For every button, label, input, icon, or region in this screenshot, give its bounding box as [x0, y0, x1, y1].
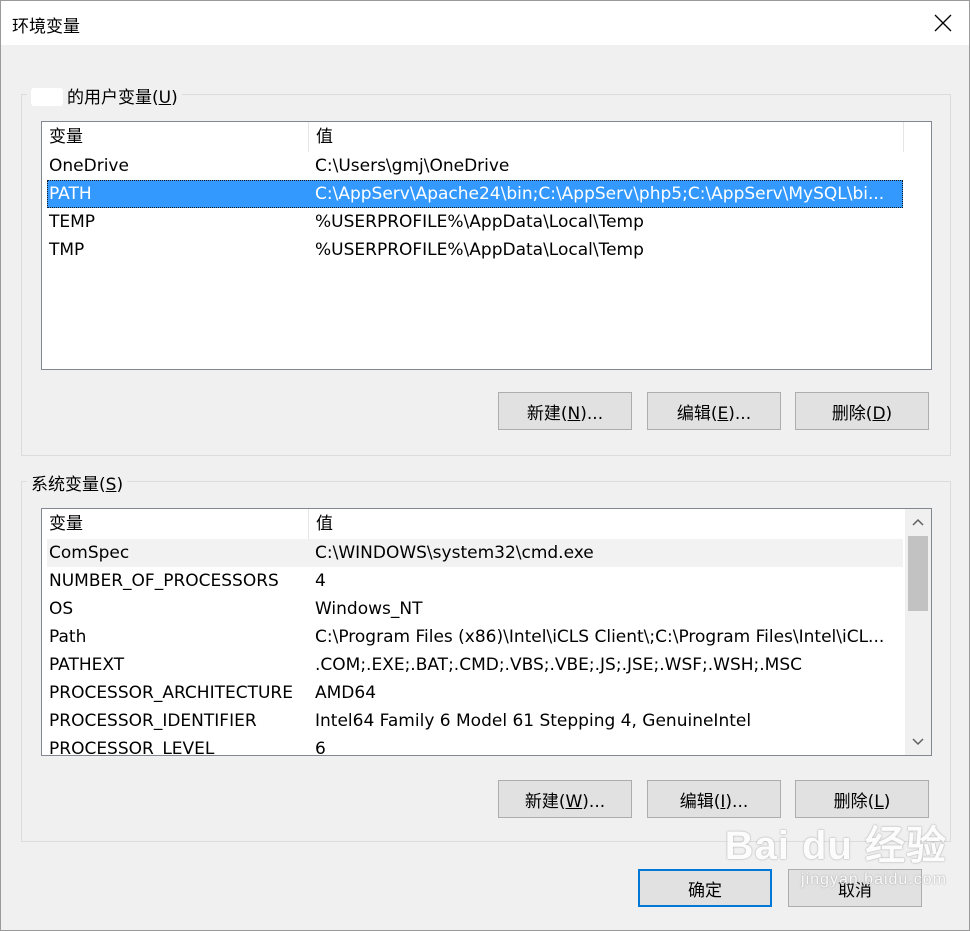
redacted-username [31, 88, 63, 106]
baidu-watermark: Bai du 经验 jingyan.baidu.com [725, 813, 947, 889]
column-header-value-label: 值 [316, 514, 333, 534]
scroll-thumb[interactable] [908, 536, 928, 611]
chevron-down-icon [912, 738, 924, 746]
system-variables-legend: 系统变量(S) [27, 470, 128, 495]
var-value: Intel64 Family 6 Model 61 Stepping 4, Ge… [315, 711, 752, 731]
user-legend-suffix: ) [171, 88, 178, 108]
var-value: C:\Users\gmj\OneDrive [315, 156, 510, 176]
user-list-header: 变量 值 [42, 122, 931, 152]
var-name: PROCESSOR_ARCHITECTURE [49, 683, 293, 703]
column-header-variable[interactable]: 变量 [42, 122, 309, 152]
btn-text-pre: 编辑( [676, 403, 718, 424]
var-name: PROCESSOR_LEVEL [49, 739, 215, 756]
ok-label: 确定 [688, 880, 722, 901]
system-var-row[interactable]: NUMBER_OF_PROCESSORS 4 [47, 567, 903, 595]
column-header-value[interactable]: 值 [309, 509, 904, 539]
btn-text-pre: 删除( [833, 791, 875, 812]
var-name: PROCESSOR_IDENTIFIER [49, 711, 257, 731]
system-var-row[interactable]: PROCESSOR_ARCHITECTURE AMD64 [47, 679, 903, 707]
btn-text-post: ) [885, 403, 893, 424]
watermark-url: jingyan.baidu.com [801, 871, 947, 888]
user-new-label: 新建(N)... [527, 399, 603, 424]
var-value: .COM;.EXE;.BAT;.CMD;.VBS;.VBE;.JS;.JSE;.… [315, 655, 803, 675]
system-var-row[interactable]: PATHEXT .COM;.EXE;.BAT;.CMD;.VBS;.VBE;.J… [47, 651, 903, 679]
column-header-variable-label: 变量 [49, 127, 83, 147]
column-header-variable-label: 变量 [49, 514, 83, 534]
var-value: 4 [315, 571, 326, 591]
column-header-value[interactable]: 值 [309, 122, 904, 152]
scroll-down-button[interactable] [905, 729, 931, 755]
var-value: %USERPROFILE%\AppData\Local\Temp [315, 240, 644, 260]
window-title: 环境变量 [12, 17, 80, 37]
var-value: C:\Program Files (x86)\Intel\iCLS Client… [315, 627, 885, 647]
system-var-row[interactable]: PROCESSOR_LEVEL 6 [47, 735, 903, 756]
var-name: TEMP [49, 212, 96, 232]
system-edit-label: 编辑(I)... [680, 787, 749, 812]
system-new-button[interactable]: 新建(W)... [498, 780, 632, 818]
user-var-row-selected[interactable]: PATH C:\AppServ\Apache24\bin;C:\AppServ\… [47, 180, 903, 208]
btn-text-pre: 删除( [831, 403, 873, 424]
btn-mnemonic: W [565, 791, 583, 812]
column-header-value-label: 值 [316, 127, 333, 147]
system-var-row[interactable]: Path C:\Program Files (x86)\Intel\iCLS C… [47, 623, 903, 651]
var-name: OneDrive [49, 156, 129, 176]
btn-text-post: )... [725, 791, 749, 812]
btn-text-post: )... [580, 403, 604, 424]
btn-mnemonic: N [567, 403, 581, 424]
system-var-row[interactable]: OS Windows_NT [47, 595, 903, 623]
btn-text-pre: 新建( [526, 403, 568, 424]
btn-mnemonic: D [872, 403, 886, 424]
user-var-row[interactable]: TEMP %USERPROFILE%\AppData\Local\Temp [47, 208, 903, 236]
var-value: 6 [315, 739, 326, 756]
var-value: AMD64 [315, 683, 377, 703]
user-edit-label: 编辑(E)... [677, 399, 751, 424]
btn-text-pre: 编辑( [679, 791, 721, 812]
btn-text-pre: 新建( [524, 791, 566, 812]
user-legend-mnemonic: U [158, 88, 172, 108]
user-legend-text: 的用户变量( [67, 88, 159, 108]
system-var-row[interactable]: ComSpec C:\WINDOWS\system32\cmd.exe [47, 539, 903, 567]
btn-text-post: )... [582, 791, 606, 812]
user-var-row[interactable]: OneDrive C:\Users\gmj\OneDrive [47, 152, 903, 180]
var-value: C:\AppServ\Apache24\bin;C:\AppServ\php5;… [315, 184, 885, 204]
system-legend-mnemonic: S [105, 475, 117, 495]
var-name: ComSpec [49, 543, 130, 563]
user-delete-button[interactable]: 删除(D) [795, 392, 929, 430]
chevron-up-icon [912, 518, 924, 526]
title-bar: 环境变量 [1, 1, 969, 45]
btn-text-post: ) [883, 791, 891, 812]
user-new-button[interactable]: 新建(N)... [498, 392, 632, 430]
environment-variables-dialog: 环境变量 的用户变量(U) 变量 值 OneDrive C:\Users\gmj… [0, 0, 970, 931]
close-icon [934, 14, 952, 32]
user-variables-list[interactable]: 变量 值 OneDrive C:\Users\gmj\OneDrive PATH… [41, 121, 932, 370]
btn-mnemonic: E [717, 403, 729, 424]
var-name: OS [49, 599, 74, 619]
system-list-scrollbar[interactable] [905, 509, 931, 755]
column-header-variable[interactable]: 变量 [42, 509, 309, 539]
btn-text-post: )... [728, 403, 752, 424]
var-name: PATH [49, 184, 92, 204]
var-value: Windows_NT [315, 599, 423, 619]
system-legend-suffix: ) [116, 475, 124, 495]
user-delete-label: 删除(D) [832, 399, 892, 424]
user-variables-legend: 的用户变量(U) [27, 83, 182, 108]
system-delete-label: 删除(L) [834, 787, 891, 812]
var-value: C:\WINDOWS\system32\cmd.exe [315, 543, 594, 563]
system-list-header: 变量 值 [42, 509, 905, 539]
var-name: Path [49, 627, 87, 647]
system-var-row[interactable]: PROCESSOR_IDENTIFIER Intel64 Family 6 Mo… [47, 707, 903, 735]
btn-mnemonic: L [874, 791, 884, 812]
var-name: PATHEXT [49, 655, 125, 675]
user-var-row[interactable]: TMP %USERPROFILE%\AppData\Local\Temp [47, 236, 903, 264]
user-edit-button[interactable]: 编辑(E)... [647, 392, 781, 430]
watermark-brand: Bai du 经验 [724, 824, 947, 868]
system-legend-text: 系统变量( [31, 475, 106, 495]
scroll-up-button[interactable] [905, 509, 931, 535]
system-new-label: 新建(W)... [525, 787, 605, 812]
system-variables-list[interactable]: 变量 值 ComSpec C:\WINDOWS\system32\cmd.exe… [41, 508, 932, 756]
var-value: %USERPROFILE%\AppData\Local\Temp [315, 212, 644, 232]
close-button[interactable] [917, 1, 969, 45]
var-name: TMP [49, 240, 85, 260]
var-name: NUMBER_OF_PROCESSORS [49, 571, 279, 591]
